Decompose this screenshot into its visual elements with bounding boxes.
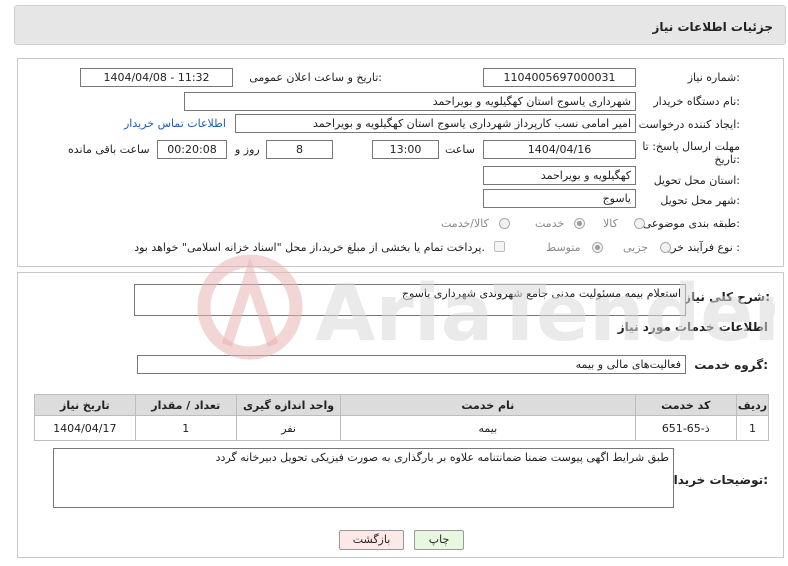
cell-quantity: 1 [134,415,237,441]
buyer-notes-label: توضیحات خریدار: [666,473,768,487]
col-row: ردیف [735,394,770,416]
col-quantity: تعداد / مقدار [134,394,237,416]
process-minor-label: جزیی [623,241,649,254]
announce-datetime-field[interactable]: 1404/04/08 - 11:32 [80,68,233,87]
process-medium-radio[interactable] [592,242,603,253]
deadline-date-field[interactable]: 1404/04/16 [483,140,636,159]
process-medium-label: متوسط [546,241,581,254]
process-label: نوع فرآیند خرید : [662,241,740,254]
cell-date: 1404/04/17 [34,415,136,441]
deadline-time-field[interactable]: 13:00 [372,140,439,159]
cell-row: 1 [735,415,770,441]
services-table-header: تاریخ نیاز تعداد / مقدار واحد اندازه گیر… [34,394,770,416]
announce-label: تاریخ و ساعت اعلان عمومی: [249,71,382,84]
category-both-radio[interactable] [499,218,510,229]
buyer-org-field[interactable]: شهرداری یاسوج استان کهگیلویه و بویراحمد [184,92,636,111]
col-date: تاریخ نیاز [34,394,136,416]
remaining-time-field[interactable]: 00:20:08 [157,140,227,159]
category-service-label: خدمت [535,217,565,230]
back-button[interactable]: بازگشت [339,530,404,550]
deadline-label: مهلت ارسال پاسخ: تا [642,140,740,153]
summary-label: شرح کلی نیاز: [684,290,770,304]
cell-unit: نفر [235,415,342,441]
details-panel [17,58,784,267]
deadline-label-date: تاریخ: [714,153,740,166]
creator-label: ایجاد کننده درخواست: [638,118,740,131]
need-number-field[interactable]: 1104005697000031 [483,68,636,87]
services-table: تاریخ نیاز تعداد / مقدار واحد اندازه گیر… [34,394,770,441]
province-field[interactable]: کهگیلویه و بویراحمد [483,166,636,185]
col-service-name: نام خدمت [340,394,636,416]
col-unit: واحد اندازه گیری [235,394,342,416]
service-group-label: گروه خدمت: [694,358,768,372]
col-service-code: کد خدمت [634,394,737,416]
days-label: روز و [235,143,260,156]
remaining-label: ساعت باقی مانده [68,143,150,156]
print-button[interactable]: چاپ [414,530,464,550]
creator-field[interactable]: امیر امامی نسب کارپرداز شهرداری یاسوج اس… [235,114,636,133]
need-number-label: شماره نیاز: [687,71,740,84]
treasury-payment-checkbox[interactable] [494,241,505,252]
page-header: جزئیات اطلاعات نیاز [14,5,786,45]
process-minor-radio[interactable] [660,242,671,253]
buyer-contact-link[interactable]: اطلاعات تماس خریدار [124,117,226,130]
cell-service-name: بیمه [340,415,636,441]
buyer-notes-field[interactable]: طبق شرایط اگهی پیوست ضمنا ضمانتنامه علاو… [53,448,674,508]
city-field[interactable]: یاسوج [483,189,636,208]
category-label: طبقه بندی موضوعی: [642,217,740,230]
services-section-title: اطلاعات خدمات مورد نیاز [617,320,768,334]
table-row: 1404/04/17 1 نفر بیمه ذ-65-651 1 [34,415,770,441]
summary-field[interactable]: استعلام بیمه مسئولیت مدنی جامع شهروندی ش… [134,284,686,316]
category-service-radio[interactable] [574,218,585,229]
remaining-days-field[interactable]: 8 [266,140,333,159]
province-label: استان محل تحویل: [653,174,740,187]
category-goods-radio[interactable] [634,218,645,229]
service-group-field[interactable]: فعالیت‌های مالی و بیمه [137,355,686,374]
treasury-payment-note: پرداخت تمام یا بخشی از مبلغ خرید،از محل … [134,241,485,254]
category-both-label: کالا/خدمت [441,217,489,230]
deadline-time-label: ساعت [445,143,475,156]
city-label: شهر محل تحویل: [660,194,740,207]
category-goods-label: کالا [603,217,618,230]
cell-service-code: ذ-65-651 [634,415,737,441]
buyer-org-label: نام دستگاه خریدار: [653,95,740,108]
page-title: جزئیات اطلاعات نیاز [652,20,773,34]
